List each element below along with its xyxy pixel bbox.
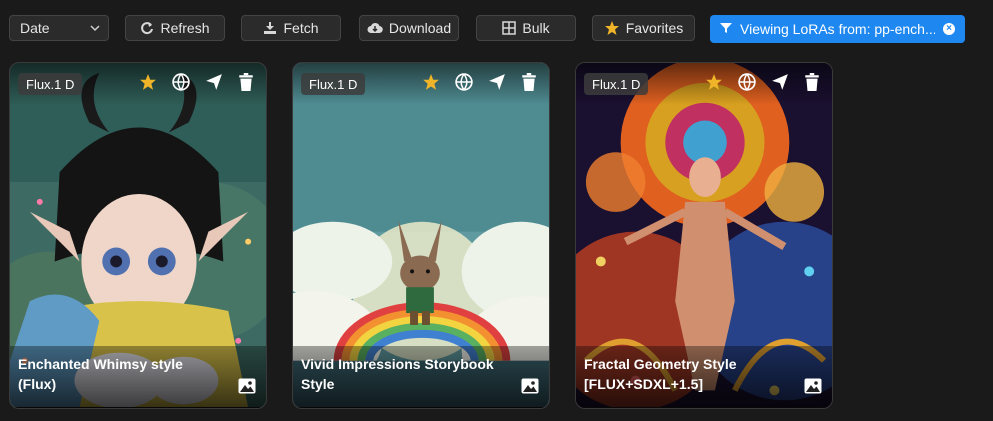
globe-icon[interactable] — [455, 73, 473, 91]
refresh-button-label: Refresh — [160, 20, 210, 36]
download-button[interactable]: Download — [359, 15, 459, 41]
bulk-button[interactable]: Bulk — [476, 15, 576, 41]
card-title: Fractal Geometry Style [FLUX+SDXL+1.5] — [584, 354, 784, 394]
send-icon[interactable] — [488, 73, 506, 91]
favorite-star-icon[interactable] — [422, 73, 440, 91]
card-title: Enchanted Whimsy style (Flux) — [18, 354, 218, 394]
download-arrow-icon — [263, 21, 277, 35]
send-icon[interactable] — [205, 73, 223, 91]
image-icon — [238, 378, 256, 394]
trash-icon[interactable] — [521, 73, 539, 91]
star-icon — [604, 20, 620, 36]
send-icon[interactable] — [771, 73, 789, 91]
globe-icon[interactable] — [738, 73, 756, 91]
card-title-line: [FLUX+SDXL+1.5] — [584, 376, 704, 392]
refresh-icon — [140, 21, 154, 35]
fetch-button-label: Fetch — [283, 20, 319, 36]
image-icon — [521, 378, 539, 394]
card-actions — [139, 73, 256, 91]
cloud-download-icon — [367, 21, 383, 35]
favorites-button-label: Favorites — [625, 20, 684, 36]
download-button-label: Download — [388, 20, 452, 36]
card-title-line: Enchanted Whimsy style — [18, 356, 183, 372]
active-filter-pill[interactable]: Viewing LoRAs from: pp-ench... × — [710, 15, 965, 43]
card-title-line: Fractal Geometry Style — [584, 356, 737, 372]
favorite-star-icon[interactable] — [139, 73, 157, 91]
lora-card[interactable]: Flux.1 D Fractal Geometry Style [FLUX+SD… — [575, 62, 833, 409]
clear-filter-icon[interactable]: × — [943, 23, 955, 35]
sort-select-value: Date — [20, 20, 50, 36]
card-actions — [705, 73, 822, 91]
grid-icon — [502, 21, 517, 35]
favorite-star-icon[interactable] — [705, 73, 723, 91]
trash-icon[interactable] — [238, 73, 256, 91]
card-actions — [422, 73, 539, 91]
base-model-badge: Flux.1 D — [301, 73, 366, 95]
globe-icon[interactable] — [172, 73, 190, 91]
filter-text: Viewing LoRAs from: pp-ench... — [740, 21, 935, 37]
card-title-line: (Flux) — [18, 376, 57, 392]
filter-icon — [720, 21, 732, 37]
base-model-badge: Flux.1 D — [18, 73, 83, 95]
chevron-down-icon — [90, 23, 100, 33]
base-model-badge: Flux.1 D — [584, 73, 649, 95]
favorites-button[interactable]: Favorites — [592, 15, 695, 41]
card-title: Vivid Impressions Storybook Style — [301, 354, 501, 394]
lora-card[interactable]: Flux.1 D Enchanted Whimsy style (Flux) — [9, 62, 267, 409]
card-title-line: Style — [301, 376, 335, 392]
trash-icon[interactable] — [804, 73, 822, 91]
card-title-line: Vivid Impressions Storybook — [301, 356, 494, 372]
bulk-button-label: Bulk — [522, 20, 550, 36]
fetch-button[interactable]: Fetch — [241, 15, 341, 41]
sort-select[interactable]: Date — [9, 15, 109, 41]
lora-card[interactable]: Flux.1 D Vivid Impressions Storybook Sty… — [292, 62, 550, 409]
image-icon — [804, 378, 822, 394]
refresh-button[interactable]: Refresh — [125, 15, 225, 41]
toolbar: Date Refresh Fetch Download Bulk Favorit… — [9, 15, 993, 43]
